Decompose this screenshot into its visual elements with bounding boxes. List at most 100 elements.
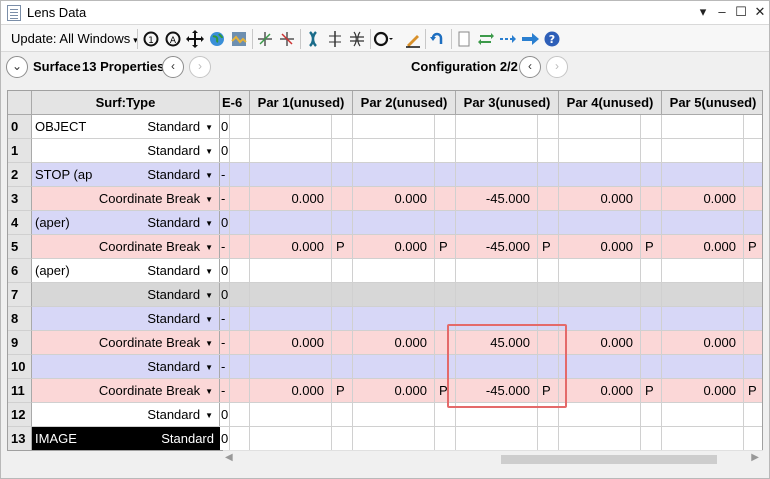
param-2-solve-cell[interactable]	[435, 139, 456, 162]
header-e6[interactable]: E-6	[220, 91, 250, 115]
corner-cell[interactable]	[8, 91, 32, 115]
param-1-cell[interactable]	[250, 259, 332, 282]
surface-type-cell[interactable]: Standard ▼	[32, 307, 220, 330]
surface-type-cell[interactable]: Coordinate Break ▼	[32, 331, 220, 354]
param-4-solve-cell[interactable]	[641, 283, 662, 306]
globe-icon[interactable]	[207, 29, 227, 49]
param-2-cell[interactable]	[353, 139, 435, 162]
header-par5[interactable]: Par 5(unused)	[662, 91, 762, 115]
type-dropdown-icon[interactable]: ▼	[205, 123, 213, 132]
swap-icon[interactable]	[476, 29, 496, 49]
param-5-cell[interactable]: 0.000	[662, 187, 744, 210]
param-4-cell[interactable]: 0.000	[559, 379, 641, 402]
param-5-solve-cell[interactable]: P	[744, 235, 762, 258]
surface-type-cell[interactable]: Standard ▼	[32, 403, 220, 426]
config-next-button[interactable]: ›	[546, 56, 568, 78]
close-button[interactable]: ✕	[751, 3, 769, 21]
surface-type-cell[interactable]: Standard ▼	[32, 283, 220, 306]
param-4-solve-cell[interactable]	[641, 307, 662, 330]
param-5-cell[interactable]	[662, 139, 744, 162]
e6-solve-cell[interactable]	[230, 259, 250, 282]
param-1-cell[interactable]: 0.000	[250, 235, 332, 258]
param-2-solve-cell[interactable]	[435, 187, 456, 210]
param-3-solve-cell[interactable]	[538, 187, 559, 210]
horizontal-scrollbar[interactable]: ◀ ▶	[223, 450, 763, 467]
properties-label[interactable]: 13 Properties	[82, 59, 164, 74]
surface-type-cell[interactable]: Standard ▼	[32, 355, 220, 378]
param-5-cell[interactable]	[662, 283, 744, 306]
undo-icon[interactable]	[428, 29, 448, 49]
param-2-cell[interactable]: 0.000	[353, 187, 435, 210]
param-2-solve-cell[interactable]	[435, 259, 456, 282]
e6-cell[interactable]: -	[220, 355, 230, 378]
row-number[interactable]: 3	[8, 187, 32, 211]
e6-solve-cell[interactable]	[230, 187, 250, 210]
row-number[interactable]: 9	[8, 331, 32, 355]
param-5-cell[interactable]	[662, 355, 744, 378]
table-row[interactable]: 9 Coordinate Break ▼ -0.000 0.000 45.000 0.000…	[8, 331, 762, 355]
table-row[interactable]: 1 Standard ▼ 0	[8, 139, 762, 163]
header-par4[interactable]: Par 4(unused)	[559, 91, 662, 115]
param-5-solve-cell[interactable]	[744, 307, 762, 330]
param-4-cell[interactable]: 0.000	[559, 331, 641, 354]
param-5-cell[interactable]	[662, 427, 744, 450]
e6-solve-cell[interactable]	[230, 379, 250, 402]
param-4-solve-cell[interactable]	[641, 427, 662, 450]
page-icon[interactable]	[454, 29, 474, 49]
table-row[interactable]: 8 Standard ▼ -	[8, 307, 762, 331]
param-2-solve-cell[interactable]	[435, 211, 456, 234]
minimize-button[interactable]: –	[713, 3, 731, 21]
param-4-solve-cell[interactable]	[641, 139, 662, 162]
param-2-solve-cell[interactable]: P	[435, 235, 456, 258]
table-row[interactable]: 5 Coordinate Break ▼ -0.000 P 0.000 P -45.000 P 0…	[8, 235, 762, 259]
e6-cell[interactable]: -	[220, 379, 230, 402]
param-2-cell[interactable]: 0.000	[353, 235, 435, 258]
param-4-solve-cell[interactable]: P	[641, 379, 662, 402]
table-row[interactable]: 2 STOP (ap Standard ▼ -	[8, 163, 762, 187]
param-5-solve-cell[interactable]	[744, 355, 762, 378]
optic-left-icon[interactable]	[325, 29, 345, 49]
param-2-cell[interactable]	[353, 211, 435, 234]
config-prev-button[interactable]: ‹	[519, 56, 541, 78]
e6-cell[interactable]: 0	[220, 211, 230, 234]
row-number[interactable]: 2	[8, 163, 32, 187]
param-4-cell[interactable]	[559, 211, 641, 234]
header-par3[interactable]: Par 3(unused)	[456, 91, 559, 115]
param-5-cell[interactable]	[662, 211, 744, 234]
param-1-cell[interactable]: 0.000	[250, 331, 332, 354]
param-4-solve-cell[interactable]	[641, 331, 662, 354]
row-number[interactable]: 8	[8, 307, 32, 331]
surface-type-cell[interactable]: OBJECT Standard ▼	[32, 115, 220, 138]
param-5-solve-cell[interactable]	[744, 283, 762, 306]
scroll-left-icon[interactable]: ◀	[225, 452, 233, 463]
table-row[interactable]: 3 Coordinate Break ▼ -0.000 0.000 -45.000 0.00…	[8, 187, 762, 211]
param-5-solve-cell[interactable]	[744, 187, 762, 210]
e6-cell[interactable]: -	[220, 307, 230, 330]
param-5-solve-cell[interactable]	[744, 139, 762, 162]
param-4-solve-cell[interactable]	[641, 211, 662, 234]
surface-type-cell[interactable]: (aper) Standard ▼	[32, 211, 220, 234]
type-dropdown-icon[interactable]: ▼	[205, 171, 213, 180]
type-dropdown-icon[interactable]: ▼	[205, 243, 213, 252]
help-icon[interactable]: ?	[542, 29, 562, 49]
param-5-cell[interactable]	[662, 307, 744, 330]
param-1-solve-cell[interactable]	[332, 115, 353, 138]
param-3-cell[interactable]	[456, 115, 538, 138]
e6-cell[interactable]: 0	[220, 139, 230, 162]
surface-type-cell[interactable]: IMAGE Standard ▼	[32, 427, 227, 450]
table-row[interactable]: 6 (aper) Standard ▼ 0	[8, 259, 762, 283]
param-3-solve-cell[interactable]	[538, 163, 559, 186]
param-4-cell[interactable]	[559, 355, 641, 378]
map-icon[interactable]	[229, 29, 249, 49]
param-5-cell[interactable]	[662, 115, 744, 138]
param-1-cell[interactable]	[250, 307, 332, 330]
param-5-solve-cell[interactable]	[744, 403, 762, 426]
param-5-cell[interactable]: 0.000	[662, 379, 744, 402]
param-3-cell[interactable]	[456, 211, 538, 234]
param-4-cell[interactable]	[559, 403, 641, 426]
param-4-cell[interactable]: 0.000	[559, 235, 641, 258]
param-3-solve-cell[interactable]	[538, 139, 559, 162]
param-1-cell[interactable]	[250, 355, 332, 378]
param-1-cell[interactable]	[250, 403, 332, 426]
optic-right-icon[interactable]	[347, 29, 367, 49]
